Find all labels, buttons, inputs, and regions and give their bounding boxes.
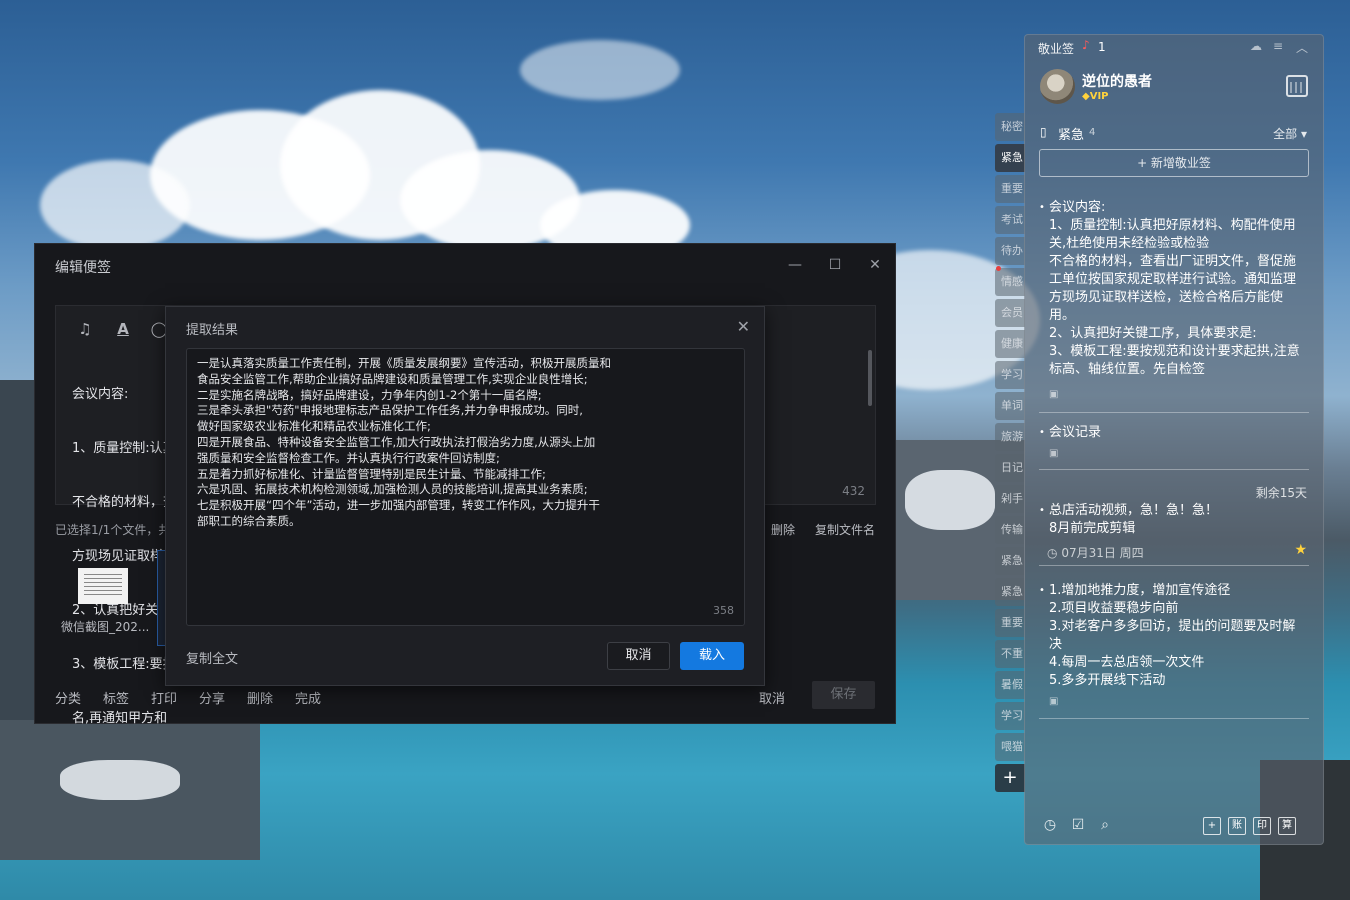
bell-icon[interactable]: ♪ [1082,38,1090,52]
collapse-icon[interactable]: ︿ [1296,39,1308,56]
sidetab-travel[interactable]: 旅游 [995,423,1025,451]
editor-titlebar[interactable]: 编辑便签 — ☐ ✕ [35,244,895,286]
divider [1039,718,1309,719]
sidetab-exam[interactable]: 考试 [995,206,1025,234]
tag-button[interactable]: 标签 [103,688,129,707]
sidetab-urgent-2[interactable]: 紧急 [995,547,1025,575]
calculate-icon[interactable]: 算 [1278,817,1296,835]
attachment-icon: ▣ [1049,448,1059,459]
dialog-cancel-button[interactable]: 取消 [607,642,670,670]
sidetab-summer[interactable]: 暑假 [995,671,1025,699]
load-button[interactable]: 载入 [680,642,744,670]
sidetab-member[interactable]: 会员 [995,299,1025,327]
bell-count: 1 [1098,40,1106,54]
maximize-icon[interactable]: ☐ [825,255,845,275]
category-title: 紧急 [1058,128,1085,143]
note-item[interactable]: • 总店活动视频，急！急！急！ 8月前完成剪辑 [1039,502,1309,542]
copy-all-button[interactable]: 复制全文 [186,648,238,667]
close-icon[interactable]: ✕ [865,255,885,275]
divider [1039,469,1309,470]
note-item[interactable]: • 会议内容: 1、质量控制:认真把好原材料、构配件使用 关,杜绝使用未经检验或… [1039,199,1309,385]
unread-dot [996,266,1001,271]
dialog-close-icon[interactable]: ✕ [737,317,750,336]
sticky-note-panel: 敬业签 ♪ 1 ☁ ≡ ︿ 逆位的愚者 ◆VIP ▯ 紧急 4 全部 ▾ + 新… [1024,34,1324,845]
cancel-button[interactable]: 取消 [759,688,785,707]
remaining-days: 剩余15天 [1255,486,1307,500]
bell-icon[interactable]: ♫ [76,320,94,338]
sidetab-diary[interactable]: 日记 [995,454,1025,482]
sidetab-feed-cat[interactable]: 喂猫 [995,733,1025,761]
checklist-icon[interactable]: ☑ [1069,816,1087,834]
reminder-date: ◷ 07月31日 周四 [1047,546,1144,560]
extract-result-dialog: 提取结果 ✕ 一是认真落实质量工作责任制，开展《质量发展纲要》宣传活动，积极开展… [165,306,765,686]
share-button[interactable]: 分享 [199,688,225,707]
filter-dropdown[interactable]: 全部 ▾ [1273,125,1307,142]
file-name: 微信截图_202... [61,620,150,634]
history-icon[interactable]: ◷ [1041,816,1059,834]
dialog-title: 提取结果 [186,323,239,338]
clock-icon: ◷ [1047,546,1058,560]
file-thumbnail[interactable] [78,568,128,604]
star-icon[interactable]: ★ [1294,542,1307,558]
add-category-button[interactable]: + [995,764,1025,792]
bookmark-icon: ▯ [1040,125,1047,139]
app-name: 敬业签 [1038,42,1075,56]
add-icon[interactable]: + [1203,817,1221,835]
extract-text[interactable]: 一是认真落实质量工作责任制，开展《质量发展纲要》宣传活动，积极开展质量和 食品安… [197,356,737,530]
menu-icon[interactable]: ≡ [1273,39,1283,53]
sidetab-words[interactable]: 单词 [995,392,1025,420]
dialog-char-count: 358 [713,604,734,617]
editor-title: 编辑便签 [55,260,111,276]
save-button[interactable]: 保存 [812,681,875,709]
minimize-icon[interactable]: — [785,255,805,275]
sidetab-health[interactable]: 健康 [995,330,1025,358]
sidetab-shopping[interactable]: 剁手 [995,485,1025,513]
delete-button[interactable]: 删除 [247,688,273,707]
category-button[interactable]: 分类 [55,688,81,707]
sidetab-secret[interactable]: 秘密 [995,113,1025,141]
divider [1039,412,1309,413]
calendar-icon[interactable] [1286,75,1308,97]
search-icon[interactable]: ⌕ [1096,816,1114,834]
font-color-icon[interactable]: A [114,320,132,338]
sidetab-urgent[interactable]: 紧急 [995,144,1025,172]
editor-scrollbar[interactable] [868,350,872,406]
note-item[interactable]: • 1.增加地推力度，增加宣传途径 2.项目收益要稳步向前 3.对老客户多多回访… [1039,582,1309,692]
sidetab-not-important[interactable]: 不重 [995,640,1025,668]
category-count: 4 [1089,127,1096,138]
account-icon[interactable]: 账 [1228,817,1246,835]
username: 逆位的愚者 [1082,74,1152,90]
sidetab-important-2[interactable]: 重要 [995,609,1025,637]
vip-badge: ◆VIP [1082,91,1109,102]
char-count: 432 [842,484,865,498]
sidetab-todo[interactable]: 待办 [995,237,1025,265]
print-button[interactable]: 打印 [151,688,177,707]
note-item[interactable]: • 会议记录 [1039,424,1309,444]
sidetab-transfer[interactable]: 传输 [995,516,1025,544]
done-button[interactable]: 完成 [295,688,321,707]
extract-text-area[interactable]: 一是认真落实质量工作责任制，开展《质量发展纲要》宣传活动，积极开展质量和 食品安… [186,348,745,626]
sidetab-study[interactable]: 学习 [995,361,1025,389]
attachment-icon: ▣ [1049,389,1059,400]
print-icon[interactable]: 印 [1253,817,1271,835]
sidetab-important[interactable]: 重要 [995,175,1025,203]
delete-file-button[interactable]: 删除 [771,521,795,538]
sidetab-study-2[interactable]: 学习 [995,702,1025,730]
files-selected-label: 已选择1/1个文件，共 [55,523,165,537]
diamond-icon: ◆ [1082,91,1090,102]
new-note-button[interactable]: + 新增敬业签 [1039,149,1309,177]
sidetab-emotion[interactable]: 情感 [995,268,1025,296]
attachment-icon: ▣ [1049,696,1059,707]
copy-filename-button[interactable]: 复制文件名 [815,521,875,538]
avatar[interactable] [1040,69,1075,104]
sidetab-urgent-3[interactable]: 紧急 [995,578,1025,606]
cloud-sync-icon[interactable]: ☁ [1250,39,1262,53]
divider [1039,565,1309,566]
